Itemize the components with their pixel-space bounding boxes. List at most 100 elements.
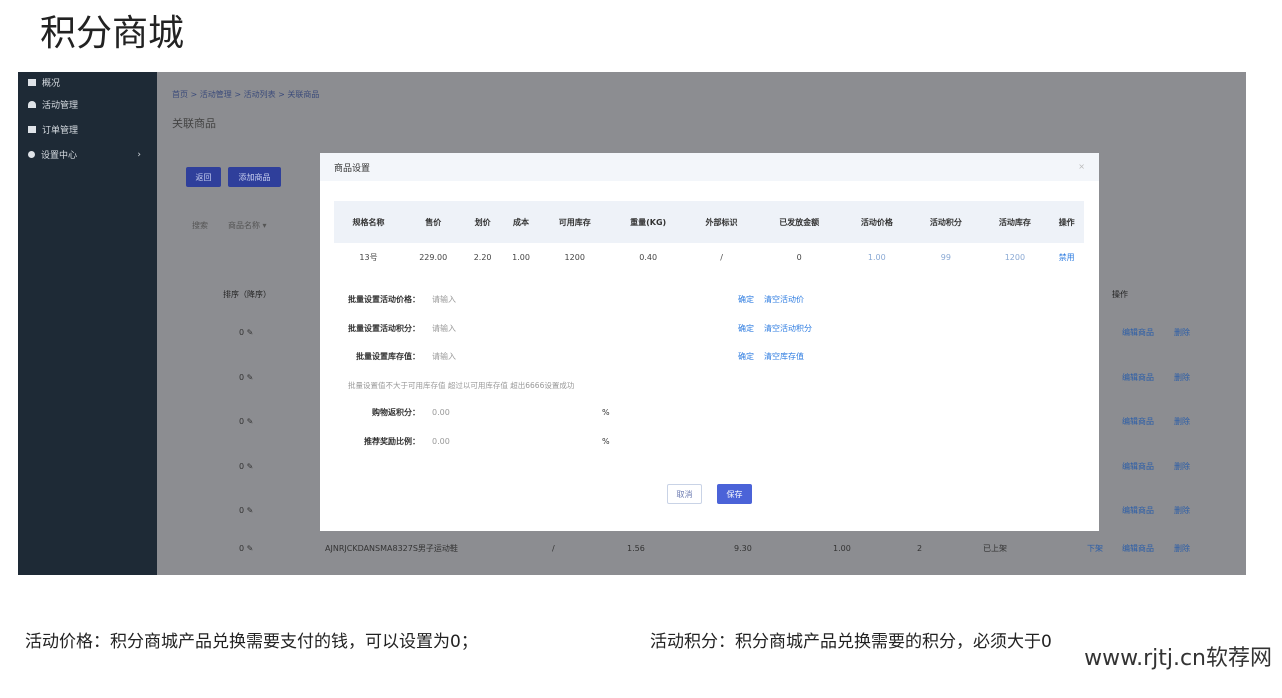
cell: 1.00	[833, 543, 851, 553]
confirm-link[interactable]: 确定	[738, 294, 754, 305]
delete-link[interactable]: 删除	[1174, 416, 1190, 427]
edit-product-link[interactable]: 编辑商品	[1122, 416, 1154, 427]
column-header: 划价	[463, 201, 502, 243]
table-cell: 2.20	[473, 252, 492, 262]
confirm-link[interactable]: 确定	[738, 351, 754, 362]
delete-link[interactable]: 删除	[1174, 543, 1190, 554]
table-cell: /	[720, 252, 723, 262]
batch-stock-input[interactable]: 请输入	[432, 351, 632, 362]
back-button[interactable]: 返回	[186, 167, 221, 187]
table-cell: 13号	[359, 252, 378, 262]
edit-product-link[interactable]: 编辑商品	[1122, 327, 1154, 338]
table-row: 0 ✎ AJNRJCKDANSMA8327S男子运动鞋 / 1.56 9.30 …	[157, 541, 1246, 555]
column-header: 操作	[1049, 201, 1084, 243]
modal-title: 商品设置	[320, 153, 1099, 181]
batch-stock-row: 批量设置库存值： 请输入 确定 清空库存值	[320, 351, 804, 362]
unlist-link[interactable]: 下架	[1087, 543, 1103, 554]
pencil-icon[interactable]: ✎	[247, 373, 254, 382]
hint-text: 批量设置值不大于可用库存值 超过以可用库存值 超出6666设置成功	[348, 381, 575, 390]
caption-right: 活动积分：积分商城产品兑换需要的积分，必须大于0	[650, 632, 1052, 652]
edit-product-link[interactable]: 编辑商品	[1122, 461, 1154, 472]
search-label: 搜索	[192, 221, 208, 230]
spec-table: 规格名称 售价 划价 成本 可用库存 重量(KG) 外部标识 已发放金额 活动价格 活动积分 活动库…	[334, 201, 1084, 271]
table-cell: 1.00	[867, 252, 886, 262]
table-cell: 99	[940, 252, 951, 262]
percent-unit: %	[602, 437, 610, 446]
column-header: 重量(KG)	[609, 201, 688, 243]
book-icon	[28, 78, 36, 86]
field-label: 推荐奖励比例：	[364, 437, 420, 446]
edit-product-link[interactable]: 编辑商品	[1122, 372, 1154, 383]
batch-price-input[interactable]: 请输入	[432, 294, 632, 305]
batch-points-row: 批量设置活动积分： 请输入 确定 清空活动积分	[320, 323, 812, 334]
batch-points-input[interactable]: 请输入	[432, 323, 632, 334]
table-cell: 0.40	[639, 252, 658, 262]
table-cell: 1.00	[512, 252, 530, 262]
batch-price-row: 批量设置活动价格： 请输入 确定 清空活动价	[320, 294, 804, 305]
delete-link[interactable]: 删除	[1174, 327, 1190, 338]
delete-link[interactable]: 删除	[1174, 372, 1190, 383]
breadcrumb[interactable]: 首页 > 活动管理 > 活动列表 > 关联商品	[172, 89, 319, 100]
sort-value: 0	[239, 372, 245, 382]
column-header: 外部标识	[687, 201, 757, 243]
book-icon	[28, 126, 36, 133]
search-field-select[interactable]: 商品名称 ▾	[228, 221, 267, 230]
sidebar-item-overview[interactable]: 概况	[18, 72, 157, 92]
field-label: 批量设置活动积分：	[348, 324, 420, 333]
sidebar-label: 活动管理	[42, 101, 79, 111]
edit-product-link[interactable]: 编辑商品	[1122, 543, 1154, 554]
cell: 2	[917, 543, 923, 553]
pencil-icon[interactable]: ✎	[247, 544, 254, 553]
clear-link[interactable]: 清空库存值	[764, 351, 804, 362]
confirm-link[interactable]: 确定	[738, 323, 754, 334]
cancel-button[interactable]: 取消	[667, 484, 702, 504]
save-button[interactable]: 保存	[717, 484, 752, 504]
column-header: 售价	[403, 201, 464, 243]
cell: 1.56	[627, 543, 645, 553]
column-header: 活动价格	[842, 201, 912, 243]
sidebar-label: 订单管理	[42, 126, 79, 136]
gear-icon	[28, 151, 35, 158]
rebate-input[interactable]: 0.00	[432, 408, 602, 417]
product-settings-modal: 商品设置 × 规格名称 售价 划价 成本 可用库存 重量(KG) 外部标识 已发放金额 活动价格…	[320, 153, 1099, 531]
sort-value: 0	[239, 543, 245, 553]
field-label: 批量设置库存值：	[356, 352, 420, 361]
chevron-right-icon: ›	[137, 149, 141, 160]
close-icon[interactable]: ×	[1078, 162, 1085, 171]
field-label: 批量设置活动价格：	[348, 295, 420, 304]
content-title: 关联商品	[172, 117, 216, 130]
reward-input[interactable]: 0.00	[432, 437, 602, 446]
clear-link[interactable]: 清空活动价	[764, 294, 804, 305]
sidebar: 概况 活动管理 订单管理 设置中心 ›	[18, 72, 157, 575]
delete-link[interactable]: 删除	[1174, 505, 1190, 516]
sort-header[interactable]: 排序（降序）	[223, 289, 271, 300]
sort-value: 0	[239, 461, 245, 471]
column-header: 可用库存	[540, 201, 610, 243]
pencil-icon[interactable]: ✎	[247, 328, 254, 337]
table-cell: 229.00	[419, 252, 448, 262]
sidebar-item-activity[interactable]: 活动管理	[18, 92, 157, 117]
column-header: 活动积分	[911, 201, 981, 243]
pencil-icon[interactable]: ✎	[247, 462, 254, 471]
clear-link[interactable]: 清空活动积分	[764, 323, 812, 334]
add-product-button[interactable]: 添加商品	[228, 167, 281, 187]
sidebar-item-settings[interactable]: 设置中心 ›	[18, 142, 157, 167]
product-name: AJNRJCKDANSMA8327S男子运动鞋	[325, 543, 458, 553]
field-label: 购物返积分：	[372, 408, 420, 417]
sidebar-label: 设置中心	[41, 151, 78, 161]
column-header: 已发放金额	[756, 201, 843, 243]
sidebar-label: 概况	[42, 78, 61, 89]
search-bar: 搜索 商品名称 ▾	[192, 220, 287, 231]
sort-value: 0	[239, 505, 245, 515]
ops-header: 操作	[1112, 290, 1128, 299]
pencil-icon[interactable]: ✎	[247, 417, 254, 426]
edit-product-link[interactable]: 编辑商品	[1122, 505, 1154, 516]
sort-value: 0	[239, 416, 245, 426]
column-header: 规格名称	[334, 201, 404, 243]
cell: /	[552, 543, 555, 553]
disable-link[interactable]: 禁用	[1049, 243, 1084, 271]
delete-link[interactable]: 删除	[1174, 461, 1190, 472]
pencil-icon[interactable]: ✎	[247, 506, 254, 515]
sidebar-item-orders[interactable]: 订单管理	[18, 117, 157, 142]
reward-row: 推荐奖励比例： 0.00%	[320, 436, 610, 447]
